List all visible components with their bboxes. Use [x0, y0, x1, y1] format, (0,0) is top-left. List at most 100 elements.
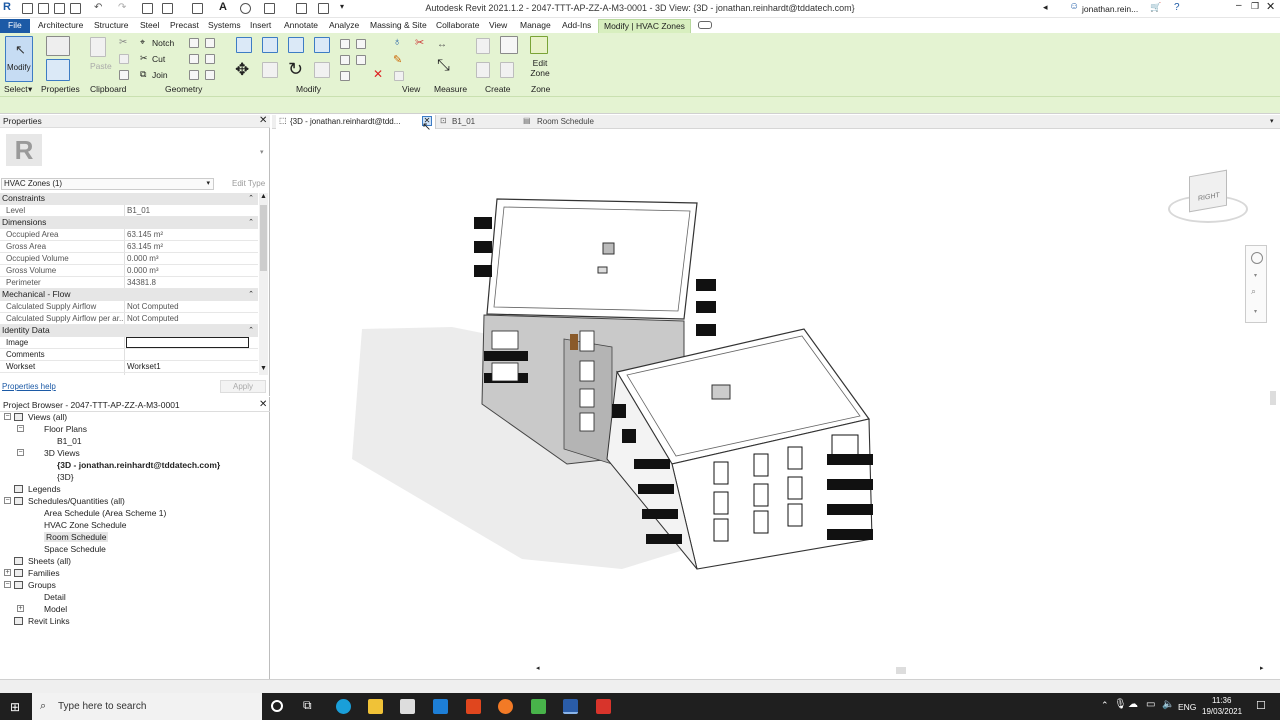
file-explorer-icon[interactable] [368, 699, 383, 714]
browser-tree-item[interactable]: {3D - jonathan.reinhardt@tddatech.com} [0, 459, 268, 471]
ribbon-options-icon[interactable] [698, 21, 712, 29]
type-properties-button[interactable] [46, 59, 70, 81]
dimension-tool-icon[interactable]: ⤡ [437, 57, 450, 75]
steering-wheel-icon[interactable] [1251, 252, 1263, 264]
geometry-tool-3-icon[interactable] [189, 54, 199, 64]
split-icon[interactable] [340, 39, 350, 49]
property-row[interactable]: Calculated Supply Airflow per ar... Not C… [0, 313, 258, 325]
cut-icon[interactable]: ✂ [119, 37, 127, 48]
browser-tree-item[interactable]: Revit Links [0, 615, 268, 627]
nav-dropdown-icon[interactable]: ▾ [1254, 272, 1257, 279]
cart-icon[interactable]: 🛒 [1150, 2, 1161, 13]
browser-tree-item[interactable]: HVAC Zone Schedule [0, 519, 268, 531]
user-name[interactable]: jonathan.rein... [1082, 4, 1138, 14]
property-value[interactable]: Workset1 [127, 361, 161, 372]
tab-massing-site[interactable]: Massing & Site [370, 19, 427, 33]
tab-architecture[interactable]: Architecture [38, 19, 83, 33]
taskbar-search[interactable]: ⌕ Type here to search [32, 693, 262, 720]
property-row[interactable]: Workset Workset1 [0, 361, 258, 373]
browser-tree-item[interactable]: + Families [0, 567, 268, 579]
vertical-scrollbar[interactable] [1270, 391, 1276, 405]
tab-analyze[interactable]: Analyze [329, 19, 359, 33]
property-value[interactable]: 63.145 m² [127, 241, 163, 252]
property-row[interactable]: Calculated Supply Airflow Not Computed [0, 301, 258, 313]
browser-tree-item[interactable]: − Schedules/Quantities (all) [0, 495, 268, 507]
minimize-icon[interactable]: – [1236, 0, 1242, 11]
scale-icon[interactable] [356, 55, 366, 65]
tab-modify-hvac-zones[interactable]: Modify | HVAC Zones [598, 19, 691, 33]
notch-label[interactable]: Notch [152, 38, 174, 48]
browser-tree-item[interactable]: + Model [0, 603, 268, 615]
view-tab-room-schedule[interactable]: ▤ Room Schedule [521, 115, 641, 129]
3d-viewport[interactable]: RIGHT ⌕ ▾ ▾ ◂ ▸ ↖ [272, 121, 1280, 679]
tab-precast[interactable]: Precast [170, 19, 199, 33]
horizontal-scrollbar[interactable]: ◂ ▸ [536, 664, 1266, 674]
properties-close-icon[interactable]: ✕ [259, 115, 267, 127]
property-section-header[interactable]: Dimensions ⌃ [0, 217, 258, 229]
hide-icon[interactable]: ♁ [393, 36, 401, 48]
property-row[interactable]: Image [0, 337, 258, 349]
search-help-icon[interactable]: ◂ [1043, 2, 1048, 13]
properties-help-link[interactable]: Properties help [2, 382, 56, 391]
measure-between-icon[interactable]: ↔ [437, 39, 447, 50]
property-value[interactable]: 0.000 m³ [127, 265, 159, 276]
edge-icon[interactable] [336, 699, 351, 714]
offset-icon[interactable] [262, 37, 278, 53]
unpin-icon[interactable] [340, 71, 350, 81]
delete-icon[interactable]: ✕ [373, 67, 383, 81]
network-icon[interactable]: ▭ [1146, 699, 1155, 710]
create-group-icon[interactable] [476, 38, 490, 54]
browser-tree-item[interactable]: Area Schedule (Area Scheme 1) [0, 507, 268, 519]
select-dropdown-icon[interactable]: ▾ [28, 84, 32, 95]
mail-icon[interactable] [433, 699, 448, 714]
scroll-right-icon[interactable]: ▸ [1260, 664, 1264, 672]
modify-tool-button[interactable]: ↖ Modify [5, 36, 33, 82]
property-value[interactable] [126, 337, 249, 348]
similar-icon[interactable] [500, 62, 514, 78]
browser-tree-item[interactable]: Detail [0, 591, 268, 603]
property-value[interactable]: B1_01 [127, 205, 150, 216]
collapse-toggle-icon[interactable]: − [4, 413, 11, 420]
match-properties-icon[interactable] [119, 70, 129, 80]
office-icon[interactable] [466, 699, 481, 714]
browser-tree-item[interactable]: − Groups [0, 579, 268, 591]
browser-tree-item[interactable]: − Views (all) [0, 411, 268, 423]
edit-zone-icon[interactable] [530, 36, 548, 54]
scroll-up-icon[interactable]: ▲ [260, 193, 267, 200]
join-label[interactable]: Join [152, 70, 168, 80]
property-value[interactable]: 0.000 m³ [127, 253, 159, 264]
browser-close-icon[interactable]: ✕ [259, 399, 267, 411]
property-value[interactable]: jonathan.reinhardt@tddatech.com [127, 373, 248, 375]
camtasia-icon[interactable] [531, 699, 546, 714]
h-scroll-thumb[interactable] [896, 667, 906, 674]
collapse-icon[interactable]: ⌃ [248, 193, 254, 204]
language-indicator[interactable]: ENG [1178, 702, 1196, 712]
notch-icon[interactable]: ⌖ [140, 37, 145, 48]
property-value[interactable]: Not Computed [127, 313, 179, 324]
tab-structure[interactable]: Structure [94, 19, 129, 33]
pin-icon[interactable] [356, 39, 366, 49]
property-value[interactable]: 34381.8 [127, 277, 156, 288]
collapse-toggle-icon[interactable]: − [4, 497, 11, 504]
property-row[interactable]: Level B1_01 [0, 205, 258, 217]
tabs-menu-icon[interactable]: ▾ [1270, 117, 1274, 125]
collapse-toggle-icon[interactable]: − [17, 425, 24, 432]
property-row[interactable]: Gross Area 63.145 m² [0, 241, 258, 253]
geometry-tool-5-icon[interactable] [189, 70, 199, 80]
browser-tree-item[interactable]: Room Schedule [0, 531, 268, 543]
building-model[interactable] [272, 129, 1280, 679]
view-tab-3d[interactable]: ⬚ {3D - jonathan.reinhardt@tdd... ✕ [276, 115, 436, 129]
user-icon[interactable]: ☺ [1069, 1, 1079, 12]
create-parts-icon[interactable] [500, 36, 518, 54]
view-tab-b1-01[interactable]: ⊡ B1_01 [438, 115, 518, 129]
viewcube-face[interactable]: RIGHT [1189, 169, 1227, 213]
clock-time[interactable]: 11:36 [1212, 696, 1231, 705]
volume-icon[interactable]: 🔈 [1162, 699, 1174, 710]
property-value[interactable]: 63.145 m² [127, 229, 163, 240]
windows-start-icon[interactable]: ⊞ [10, 700, 20, 714]
clock-date[interactable]: 19/03/2021 [1202, 707, 1242, 716]
tab-systems[interactable]: Systems [208, 19, 241, 33]
join-icon[interactable]: ⧉ [140, 69, 146, 80]
task-view-icon[interactable]: ⧉ [303, 698, 312, 713]
expand-toggle-icon[interactable]: + [17, 605, 24, 612]
